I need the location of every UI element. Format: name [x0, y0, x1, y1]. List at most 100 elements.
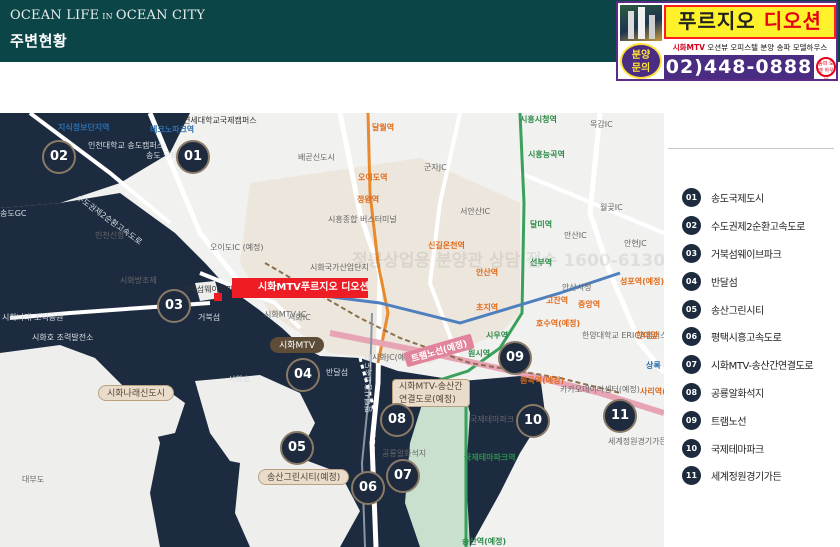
map-label: 군자JC	[424, 163, 447, 172]
map-label: 호수역(예정)	[536, 319, 581, 328]
map-pin-11[interactable]: 11	[603, 399, 637, 433]
area-map: 정봉상업용 분양관 상담 접수 1600-6130 연세대학교국제캠퍼스 지식정…	[0, 113, 664, 547]
project-location-marker	[214, 293, 222, 301]
project-highlight-label[interactable]: 시화MTV푸르지오 디오션	[232, 278, 369, 298]
legend-label: 국제테마파크	[711, 444, 764, 456]
map-label: 초지역	[476, 303, 499, 312]
ad-subtitle-brand: 시화MTV	[672, 43, 705, 52]
legend-label: 평택시흥고속도로	[711, 333, 782, 345]
ad-subtitle-text: 오션뷰 오피스텔 분양 송파 모델하우스	[707, 43, 828, 52]
map-pin-03[interactable]: 03	[157, 289, 191, 323]
map-pin-10[interactable]: 10	[516, 404, 550, 438]
legend-item[interactable]: 07 시화MTV-송산간연결도로	[682, 351, 814, 379]
legend-number-badge: 04	[682, 271, 701, 291]
legend-item[interactable]: 09 트램노선	[682, 406, 813, 434]
ad-inquiry-badge: 분양 문의	[620, 43, 662, 79]
map-label: 테크노파크역	[150, 125, 195, 134]
map-label: 시화IC	[288, 313, 311, 322]
legend-number-badge: 07	[682, 355, 701, 375]
map-label: 세계정원경기가든(예정)	[608, 437, 664, 446]
map-pin-08[interactable]: 08	[380, 403, 414, 437]
map-label: 안산IC	[564, 231, 587, 240]
map-label: 송도GC	[0, 209, 27, 218]
map-label: 반달섬	[326, 368, 349, 377]
legend-item[interactable]: 10 국제테마파크	[682, 434, 813, 462]
map-label: 정왕역	[357, 195, 380, 204]
map-label: 시흥능곡역	[528, 150, 565, 159]
pill-mtv-songsan-road[interactable]: 시화MTV-송산간 연결도로(예정)	[392, 379, 470, 407]
map-label: 시흥시청역	[520, 115, 557, 124]
legend-number-badge: 11	[682, 466, 701, 486]
brand-city: OCEAN CITY	[115, 8, 206, 23]
map-pin-05[interactable]: 05	[280, 431, 314, 465]
map-pin-07[interactable]: 07	[386, 459, 420, 493]
map-label: 공룡알화석지	[382, 449, 427, 458]
ad-title-part-a: 푸르지오	[678, 9, 756, 33]
map-label: 평택시흥고속도로	[364, 354, 373, 413]
map-label: 국제테마파크역	[464, 453, 516, 462]
map-label: 월곶IC	[600, 203, 623, 212]
ad-subtitle: 시화MTV 오션뷰 오피스텔 분양 송파 모델하우스	[664, 41, 836, 55]
map-label: 한대앞	[636, 331, 659, 340]
map-label: 성포역(예정)	[620, 277, 664, 286]
ad-building-thumbnail	[620, 5, 662, 41]
ad-stamp: 송파 모델 하우스	[816, 57, 836, 79]
brand-logo[interactable]: OCEAN LIFE IN OCEAN CITY	[10, 8, 205, 23]
map-label: 거북섬	[198, 313, 221, 322]
map-label: 국제테마파크	[470, 415, 515, 424]
map-label: 원시역	[468, 349, 491, 358]
legend-number-badge: 10	[682, 438, 701, 458]
map-label: 달미역	[530, 220, 553, 229]
map-label: 시화호 조력발전소	[32, 333, 94, 342]
map-label: 시흥종합 버스터미널	[328, 215, 397, 224]
map-label: 신길온천역	[428, 241, 465, 250]
legend-item[interactable]: 05 송산그린시티	[682, 295, 813, 323]
map-label: 안산시청	[562, 283, 592, 292]
legend-label: 트램노선	[711, 416, 747, 428]
map-pin-01[interactable]: 01	[176, 140, 210, 174]
legend-label: 송도국제도시	[711, 194, 764, 206]
brand-in: IN	[102, 12, 113, 21]
legend-divider	[668, 148, 834, 149]
map-label: 달월역	[372, 123, 395, 132]
legend-label: 수도권제2순환고속도로	[711, 222, 805, 234]
map-label: 목감IC	[590, 120, 613, 129]
ad-title-part-b: 디오션	[763, 9, 822, 33]
map-label: 중앙역	[578, 300, 601, 309]
map-label: 지식정보단지역	[58, 123, 110, 132]
map-watermark: 정봉상업용 분양관 상담 접수 1600-6130	[352, 251, 664, 271]
legend-item[interactable]: 03 거북섬웨이브파크	[682, 240, 813, 268]
legend-item[interactable]: 11 세계정원경기가든	[682, 462, 813, 490]
map-label: 대부도	[22, 475, 45, 484]
page-title: 주변현황	[10, 32, 68, 50]
legend-item[interactable]: 08 공룡알화석지	[682, 379, 813, 407]
ad-banner[interactable]: 푸르지오 디오션 시화MTV 오션뷰 오피스텔 분양 송파 모델하우스 분양 문…	[616, 1, 838, 81]
legend-label: 거북섬웨이브파크	[711, 249, 782, 261]
map-label: 인천대학교 송도캠퍼스	[88, 141, 165, 150]
ad-badge-line2: 문의	[631, 63, 651, 74]
ad-phone-number[interactable]: 02)448-0888	[664, 55, 814, 79]
pill-sihwa-narae[interactable]: 시화나래신도시	[98, 385, 174, 401]
legend-item[interactable]: 02 수도권제2순환고속도로	[682, 212, 813, 240]
map-pin-02[interactable]: 02	[42, 140, 76, 174]
pill-songsan-green-city[interactable]: 송산그린시티(예정)	[258, 469, 350, 485]
legend-list: 01 송도국제도시 02 수도권제2순환고속도로 03 거북섬웨이브파크 04 반달섬 05 송산…	[682, 184, 814, 490]
map-label: 사리역(예정)	[640, 387, 664, 396]
legend-number-badge: 06	[682, 327, 701, 347]
legend-item[interactable]: 04 반달섬	[682, 267, 813, 295]
legend-number-badge: 03	[682, 243, 701, 263]
map-pin-04[interactable]: 04	[286, 358, 320, 392]
map-pin-09[interactable]: 09	[498, 341, 532, 375]
map-label: 시화방조제	[120, 276, 157, 285]
map-label: 배곧신도시	[298, 153, 335, 162]
map-pin-06[interactable]: 06	[351, 471, 385, 505]
legend-item[interactable]: 01 송도국제도시	[682, 184, 813, 212]
map-label: 시화나래 조력공원	[2, 313, 64, 322]
map-label: 상록	[646, 361, 661, 370]
legend-item[interactable]: 06 평택시흥고속도로	[682, 323, 813, 351]
legend-label: 공룡알화석지	[711, 388, 764, 400]
legend-number-badge: 09	[682, 410, 701, 430]
pill-sihwa-mtv[interactable]: 시화MTV	[270, 337, 324, 353]
brand-main: OCEAN LIFE	[10, 8, 100, 23]
map-label: 원곡역(예정)	[520, 376, 565, 385]
